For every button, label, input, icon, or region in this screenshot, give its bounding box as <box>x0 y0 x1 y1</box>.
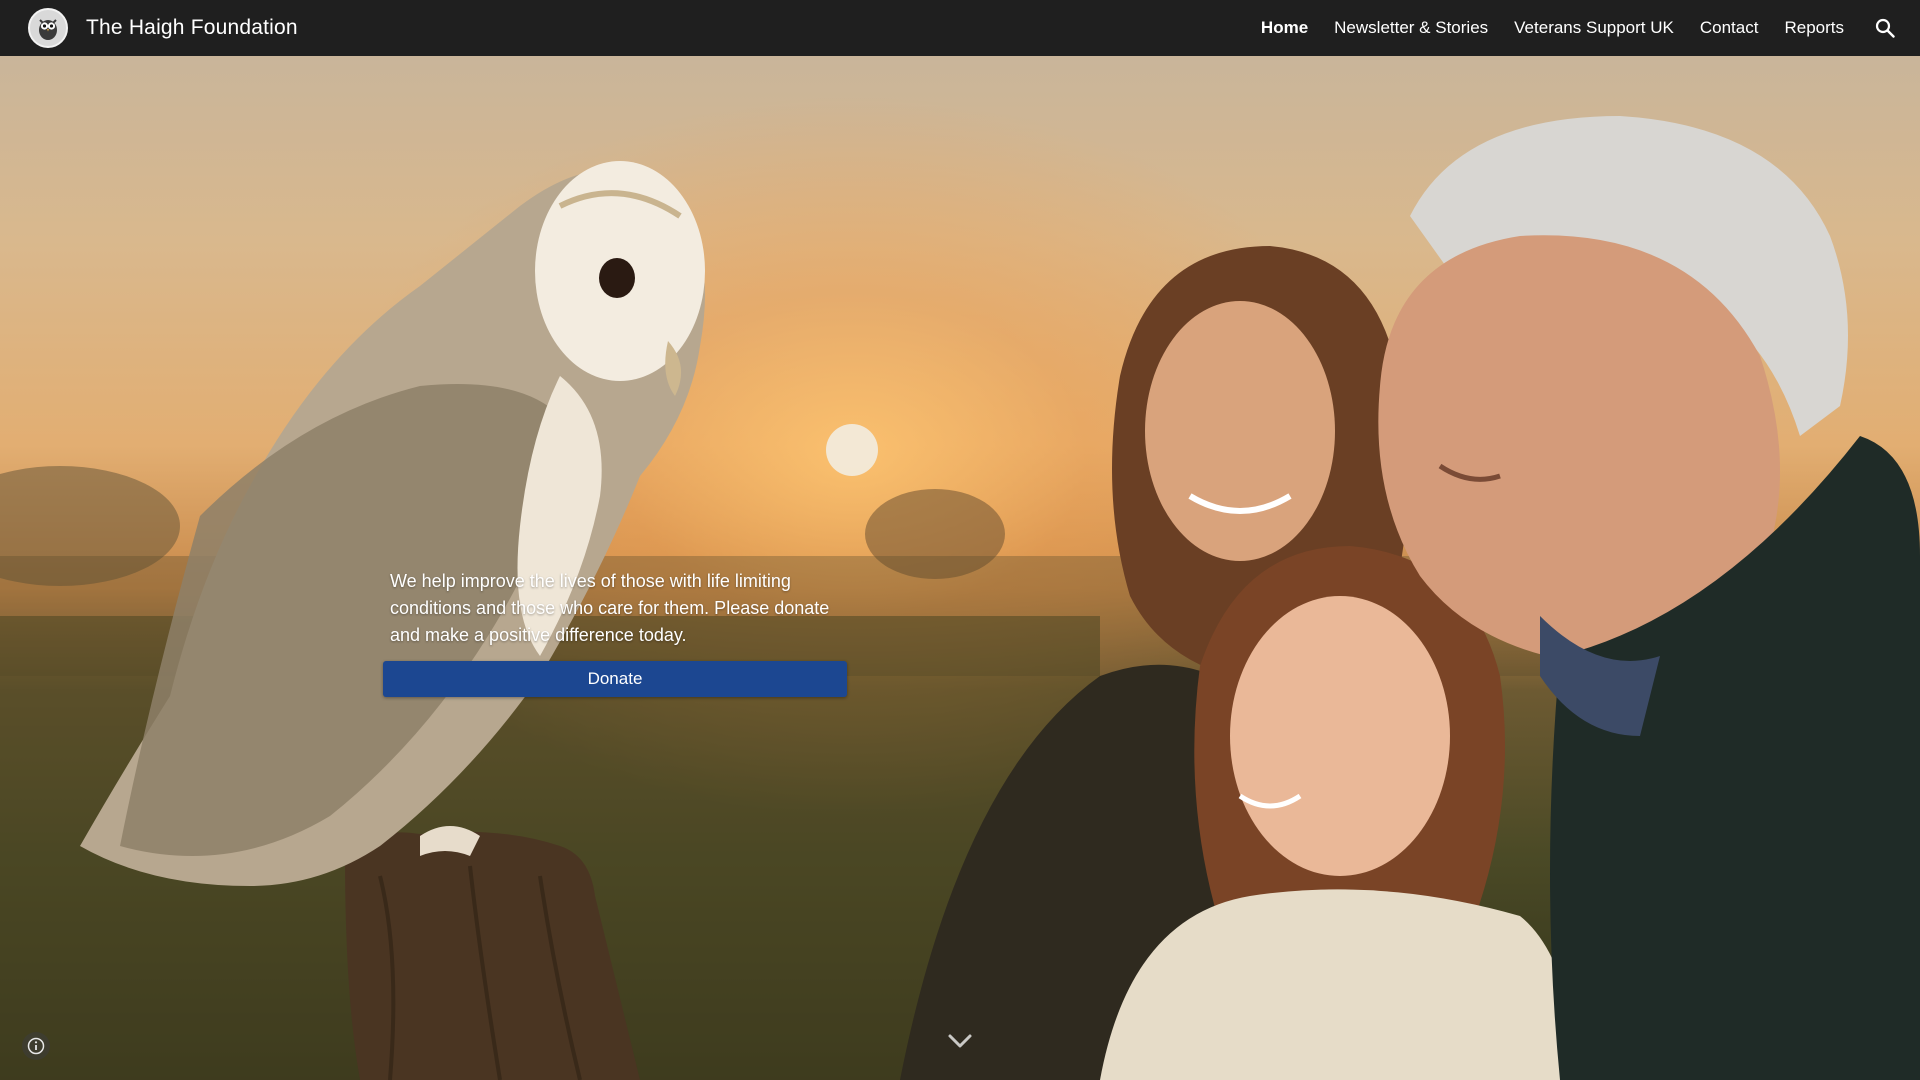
search-icon[interactable] <box>1872 15 1898 41</box>
chevron-down-icon[interactable] <box>946 1030 974 1052</box>
main-nav: Home Newsletter & Stories Veterans Suppo… <box>1235 0 1920 56</box>
nav-item-reports[interactable]: Reports <box>1784 18 1844 38</box>
top-nav-bar: The Haigh Foundation Home Newsletter & S… <box>0 0 1920 56</box>
hero-background-image <box>0 116 1920 1080</box>
nav-item-newsletter-stories[interactable]: Newsletter & Stories <box>1334 18 1488 38</box>
hero-tagline: We help improve the lives of those with … <box>390 571 830 645</box>
owl-logo-icon[interactable] <box>28 8 68 48</box>
nav-item-home[interactable]: Home <box>1261 18 1308 38</box>
info-icon[interactable] <box>22 1032 50 1060</box>
hero-banner: We help improve the lives of those with … <box>0 56 1920 1080</box>
brand[interactable]: The Haigh Foundation <box>28 0 298 56</box>
nav-item-contact[interactable]: Contact <box>1700 18 1759 38</box>
donate-button[interactable]: Donate <box>383 661 847 697</box>
nav-item-veterans-support-uk[interactable]: Veterans Support UK <box>1514 18 1674 38</box>
site-title[interactable]: The Haigh Foundation <box>86 16 298 40</box>
